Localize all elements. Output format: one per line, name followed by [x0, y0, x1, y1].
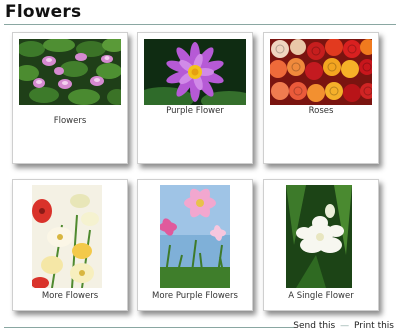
purple-flower-thumbnail[interactable]: [144, 39, 246, 105]
card-caption[interactable]: Roses: [264, 106, 378, 116]
more-flowers-thumbnail[interactable]: [32, 185, 102, 288]
gallery-card-more-purple-flowers[interactable]: More Purple Flowers: [137, 179, 253, 311]
send-this-link[interactable]: Send this: [293, 321, 335, 331]
flowers-thumbnail[interactable]: [19, 39, 121, 105]
footer-divider: [4, 327, 294, 328]
gallery-card-roses[interactable]: Roses: [263, 32, 379, 164]
card-caption[interactable]: Flowers: [13, 116, 127, 126]
more-purple-flowers-thumbnail[interactable]: [160, 185, 230, 288]
gallery-card-flowers[interactable]: Flowers: [12, 32, 128, 164]
title-divider: [4, 24, 396, 25]
card-caption[interactable]: Purple Flower: [138, 106, 252, 116]
footer-separator: —: [340, 321, 350, 331]
card-caption[interactable]: More Flowers: [13, 291, 127, 301]
gallery-card-purple-flower[interactable]: Purple Flower: [137, 32, 253, 164]
print-this-link[interactable]: Print this: [354, 321, 394, 331]
page-title: Flowers: [5, 2, 82, 22]
footer-links: Send this — Print this: [293, 321, 394, 331]
single-flower-thumbnail[interactable]: [286, 185, 352, 288]
roses-thumbnail[interactable]: [270, 39, 372, 105]
gallery-card-a-single-flower[interactable]: A Single Flower: [263, 179, 379, 311]
card-caption[interactable]: More Purple Flowers: [138, 291, 252, 301]
gallery-card-more-flowers[interactable]: More Flowers: [12, 179, 128, 311]
card-caption[interactable]: A Single Flower: [264, 291, 378, 301]
